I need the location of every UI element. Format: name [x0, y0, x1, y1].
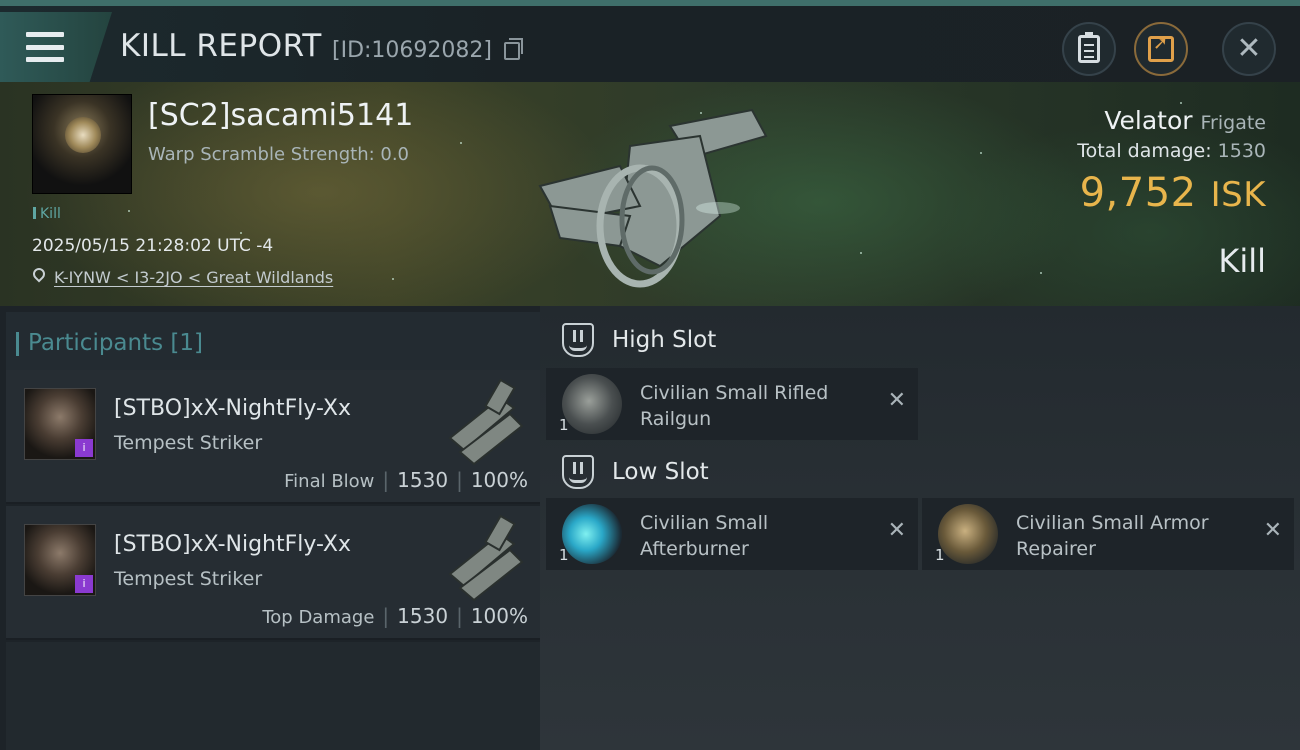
- participants-empty-area: [6, 642, 540, 750]
- module-name: Civilian Small Rifled Railgun: [640, 382, 829, 430]
- location-pin-icon: [30, 265, 48, 283]
- remove-module-icon[interactable]: ✕: [888, 518, 906, 543]
- high-slot-header: High Slot: [562, 320, 716, 360]
- clipboard-icon: [1078, 32, 1100, 63]
- low-slot-icon: [562, 455, 594, 489]
- result-label: Kill: [1218, 242, 1266, 280]
- participant-percent: 100%: [470, 604, 528, 628]
- participant-stats: Final Blow | 1530 | 100%: [284, 468, 528, 492]
- participant-stats: Top Damage | 1530 | 100%: [262, 604, 528, 628]
- report-id: [ID:10692082]: [332, 38, 492, 63]
- copy-icon[interactable]: [504, 38, 523, 60]
- page-title: KILL REPORT: [120, 28, 322, 64]
- low-slot-header: Low Slot: [562, 452, 709, 492]
- close-button[interactable]: ✕: [1222, 22, 1276, 76]
- victim-avatar[interactable]: [32, 94, 132, 194]
- share-button[interactable]: [1134, 22, 1188, 76]
- isk-unit: ISK: [1210, 175, 1266, 215]
- participants-panel: Participants [1] i [STBO]xX-NightFly-Xx …: [0, 306, 540, 750]
- menu-icon: [26, 32, 64, 62]
- participant-tag: Final Blow: [284, 471, 375, 492]
- module-name: Civilian Small Armor Repairer: [1016, 512, 1209, 560]
- low-slot-title: Low Slot: [612, 459, 709, 485]
- kill-datetime: 2025/05/15 21:28:02 UTC -4: [32, 236, 274, 256]
- participants-header: Participants [1]: [6, 312, 540, 370]
- ship-name[interactable]: Velator Frigate: [1104, 106, 1266, 135]
- victim-name[interactable]: [SC2]sacami5141: [148, 98, 413, 133]
- participant-ship: Tempest Striker: [114, 432, 263, 454]
- participant-ship: Tempest Striker: [114, 568, 263, 590]
- kill-summary-banner: [SC2]sacami5141 Warp Scramble Strength: …: [0, 82, 1300, 306]
- afterburner-icon: [562, 504, 622, 564]
- module-quantity: 1: [559, 416, 569, 434]
- participants-title: Participants [1]: [16, 330, 203, 356]
- armor-repairer-icon: [938, 504, 998, 564]
- module-item[interactable]: 1 Civilian Small Armor Repairer ✕: [922, 498, 1294, 570]
- weapon-icon: [448, 514, 524, 602]
- participant-row[interactable]: i [STBO]xX-NightFly-Xx Tempest Striker F…: [6, 370, 540, 504]
- participant-damage: 1530: [397, 468, 449, 492]
- module-item[interactable]: 1 Civilian Small Afterburner ✕: [546, 498, 918, 570]
- participant-name: [STBO]xX-NightFly-Xx: [114, 396, 351, 421]
- fittings-panel: High Slot 1 Civilian Small Rifled Railgu…: [540, 306, 1300, 750]
- module-quantity: 1: [935, 546, 945, 564]
- total-damage: Total damage: 1530: [1077, 140, 1266, 162]
- module-name: Civilian Small Afterburner: [640, 512, 769, 560]
- clipboard-button[interactable]: [1062, 22, 1116, 76]
- ship-image: [538, 108, 768, 288]
- participant-name: [STBO]xX-NightFly-Xx: [114, 532, 351, 557]
- character-badge-icon: i: [75, 439, 93, 457]
- share-icon: [1148, 33, 1174, 62]
- ship-type: Velator: [1104, 106, 1193, 135]
- participant-tag: Top Damage: [262, 607, 375, 628]
- menu-button[interactable]: [0, 12, 112, 82]
- high-slot-icon: [562, 323, 594, 357]
- high-slot-title: High Slot: [612, 327, 717, 353]
- warp-scramble-strength: Warp Scramble Strength: 0.0: [148, 144, 410, 165]
- close-icon: ✕: [1236, 31, 1262, 66]
- total-damage-value: 1530: [1217, 140, 1266, 162]
- isk-value: 9,752 ISK: [1080, 170, 1266, 216]
- ship-class: Frigate: [1200, 112, 1266, 134]
- participant-avatar[interactable]: i: [24, 524, 96, 596]
- remove-module-icon[interactable]: ✕: [1264, 518, 1282, 543]
- total-damage-label: Total damage:: [1077, 140, 1212, 162]
- isk-amount: 9,752: [1079, 170, 1197, 216]
- character-badge-icon: i: [75, 575, 93, 593]
- railgun-icon: [562, 374, 622, 434]
- participant-row[interactable]: i [STBO]xX-NightFly-Xx Tempest Striker T…: [6, 506, 540, 640]
- location-link[interactable]: K-IYNW < I3-2JO < Great Wildlands: [54, 268, 333, 287]
- kill-tag: Kill: [33, 206, 61, 222]
- weapon-icon: [448, 378, 524, 466]
- module-quantity: 1: [559, 546, 569, 564]
- participant-avatar[interactable]: i: [24, 388, 96, 460]
- participant-damage: 1530: [397, 604, 449, 628]
- top-bar: KILL REPORT [ID:10692082] ✕: [0, 0, 1300, 82]
- participant-percent: 100%: [470, 468, 528, 492]
- module-item[interactable]: 1 Civilian Small Rifled Railgun ✕: [546, 368, 918, 440]
- remove-module-icon[interactable]: ✕: [888, 388, 906, 413]
